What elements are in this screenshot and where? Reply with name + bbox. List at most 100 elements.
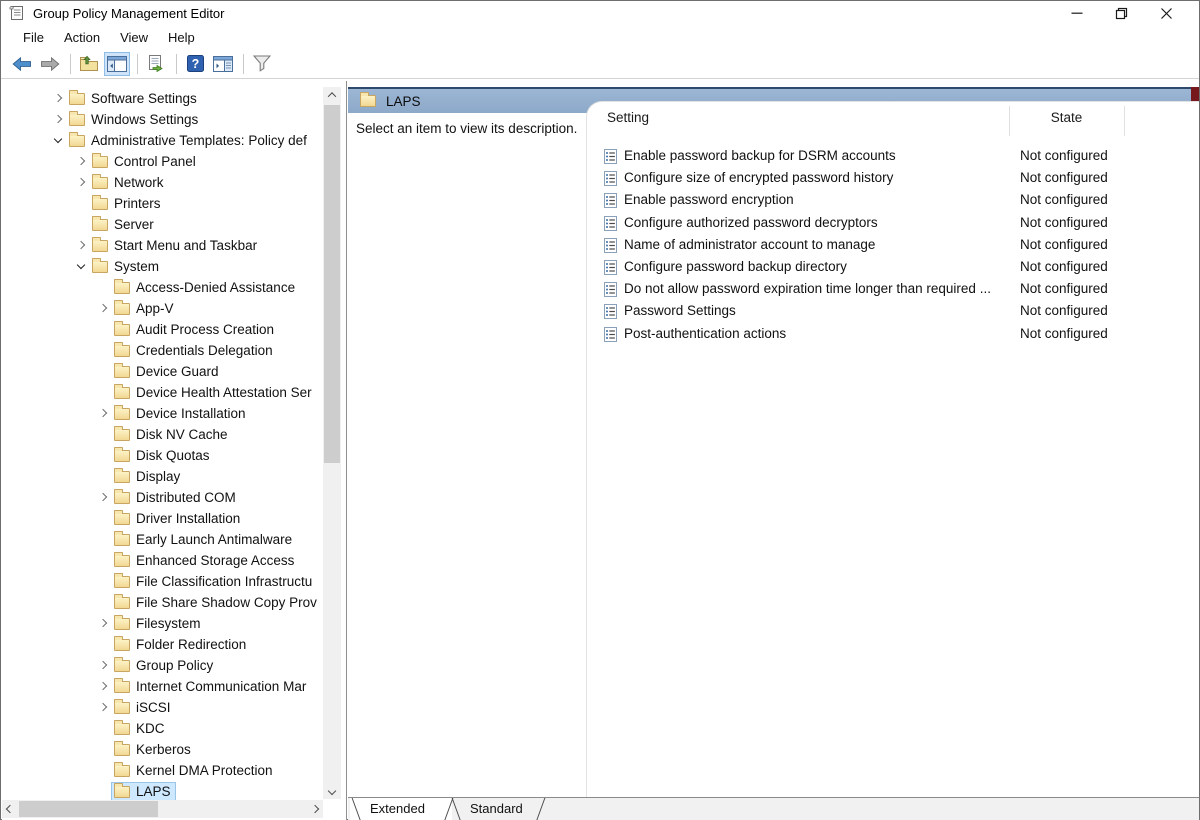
minimize-button[interactable] bbox=[1054, 1, 1099, 25]
close-button[interactable] bbox=[1144, 1, 1189, 25]
tree-item[interactable]: Group Policy bbox=[2, 655, 323, 676]
tree-item[interactable]: Folder Redirection bbox=[2, 634, 323, 655]
tree-item[interactable]: Audit Process Creation bbox=[2, 319, 323, 340]
tree-item[interactable]: Server bbox=[2, 214, 323, 235]
tree-item[interactable]: KDC bbox=[2, 718, 323, 739]
tree-item[interactable]: iSCSI bbox=[2, 697, 323, 718]
setting-state: Not configured bbox=[1020, 192, 1108, 207]
tree-item[interactable]: App-V bbox=[2, 298, 323, 319]
scroll-down-arrow[interactable] bbox=[324, 783, 340, 799]
tree-item[interactable]: Kernel DMA Protection bbox=[2, 760, 323, 781]
column-divider[interactable] bbox=[1124, 106, 1125, 136]
collapsed-chevron-icon[interactable] bbox=[97, 701, 111, 715]
folder-icon bbox=[114, 660, 130, 672]
filter-options-button[interactable] bbox=[249, 52, 275, 76]
tree-item[interactable]: Printers bbox=[2, 193, 323, 214]
tree-item[interactable]: File Classification Infrastructu bbox=[2, 571, 323, 592]
collapsed-chevron-icon[interactable] bbox=[75, 176, 89, 190]
column-header-setting[interactable]: Setting bbox=[607, 110, 649, 125]
description-pane: Select an item to view its description. bbox=[348, 113, 586, 797]
setting-row[interactable]: Name of administrator account to manageN… bbox=[587, 235, 1199, 257]
expanded-chevron-icon[interactable] bbox=[75, 260, 89, 274]
setting-row[interactable]: Configure password backup directoryNot c… bbox=[587, 257, 1199, 279]
menu-help[interactable]: Help bbox=[158, 27, 205, 48]
tree-item[interactable]: Driver Installation bbox=[2, 508, 323, 529]
scroll-right-arrow[interactable] bbox=[307, 801, 323, 817]
expanded-chevron-icon[interactable] bbox=[52, 134, 66, 148]
folder-icon bbox=[114, 765, 130, 777]
tree-item[interactable]: LAPS bbox=[2, 781, 323, 802]
tab-edge bbox=[451, 797, 462, 820]
setting-row[interactable]: Password SettingsNot configured bbox=[587, 301, 1199, 323]
collapsed-chevron-icon[interactable] bbox=[97, 491, 111, 505]
up-one-level-button[interactable] bbox=[76, 52, 102, 76]
filter-icon bbox=[253, 55, 271, 72]
show-hide-action-pane-button[interactable] bbox=[210, 52, 236, 76]
tree-item[interactable]: Enhanced Storage Access bbox=[2, 550, 323, 571]
tree-item[interactable]: Internet Communication Mar bbox=[2, 676, 323, 697]
tree-item[interactable]: File Share Shadow Copy Prov bbox=[2, 592, 323, 613]
export-list-button[interactable] bbox=[143, 52, 169, 76]
collapsed-chevron-icon[interactable] bbox=[97, 407, 111, 421]
collapsed-chevron-icon[interactable] bbox=[75, 239, 89, 253]
collapsed-chevron-icon[interactable] bbox=[97, 302, 111, 316]
tree-horizontal-scrollbar[interactable] bbox=[2, 800, 323, 818]
setting-state: Not configured bbox=[1020, 148, 1108, 163]
collapsed-chevron-icon[interactable] bbox=[97, 659, 111, 673]
folder-icon bbox=[114, 681, 130, 693]
setting-row[interactable]: Enable password backup for DSRM accounts… bbox=[587, 146, 1199, 168]
restore-button[interactable] bbox=[1099, 1, 1144, 25]
folder-icon bbox=[114, 324, 130, 336]
tab-standard-label[interactable]: Standard bbox=[470, 801, 523, 816]
column-header-state[interactable]: State bbox=[1009, 110, 1124, 125]
folder-icon bbox=[114, 744, 130, 756]
tree-item[interactable]: Control Panel bbox=[2, 151, 323, 172]
tree-item[interactable]: Device Health Attestation Ser bbox=[2, 382, 323, 403]
show-hide-console-tree-button[interactable] bbox=[104, 52, 130, 76]
collapsed-chevron-icon[interactable] bbox=[75, 155, 89, 169]
tree-item-label: Start Menu and Taskbar bbox=[114, 238, 257, 253]
setting-row[interactable]: Configure authorized password decryptors… bbox=[587, 213, 1199, 235]
menu-action[interactable]: Action bbox=[54, 27, 110, 48]
tree-item[interactable]: Device Installation bbox=[2, 403, 323, 424]
tree-item[interactable]: Kerberos bbox=[2, 739, 323, 760]
tree-item[interactable]: Early Launch Antimalware bbox=[2, 529, 323, 550]
back-button[interactable] bbox=[9, 52, 35, 76]
help-button[interactable]: ? bbox=[182, 52, 208, 76]
policy-setting-icon bbox=[604, 238, 617, 253]
scroll-left-arrow[interactable] bbox=[2, 801, 18, 817]
tree-item[interactable]: System bbox=[2, 256, 323, 277]
tree-item[interactable]: Access-Denied Assistance bbox=[2, 277, 323, 298]
tree-item[interactable]: Filesystem bbox=[2, 613, 323, 634]
tree-vertical-scrollbar[interactable] bbox=[323, 87, 341, 799]
toolbar-separator bbox=[176, 54, 177, 74]
menu-file[interactable]: File bbox=[13, 27, 54, 48]
folder-icon bbox=[114, 597, 130, 609]
tree-item[interactable]: Windows Settings bbox=[2, 109, 323, 130]
folder-icon bbox=[92, 198, 108, 210]
tree-item[interactable]: Software Settings bbox=[2, 88, 323, 109]
tree-item[interactable]: Display bbox=[2, 466, 323, 487]
setting-row[interactable]: Post-authentication actionsNot configure… bbox=[587, 324, 1199, 346]
collapsed-chevron-icon[interactable] bbox=[52, 113, 66, 127]
tab-extended-label[interactable]: Extended bbox=[370, 801, 425, 816]
scrollbar-thumb[interactable] bbox=[19, 801, 158, 817]
forward-button[interactable] bbox=[37, 52, 63, 76]
collapsed-chevron-icon[interactable] bbox=[52, 92, 66, 106]
menu-view[interactable]: View bbox=[110, 27, 158, 48]
setting-row[interactable]: Configure size of encrypted password his… bbox=[587, 168, 1199, 190]
scrollbar-thumb[interactable] bbox=[324, 105, 340, 463]
tree-item[interactable]: Network bbox=[2, 172, 323, 193]
collapsed-chevron-icon[interactable] bbox=[97, 680, 111, 694]
tree-item[interactable]: Device Guard bbox=[2, 361, 323, 382]
scroll-up-arrow[interactable] bbox=[324, 87, 340, 103]
tree-item[interactable]: Credentials Delegation bbox=[2, 340, 323, 361]
setting-row[interactable]: Enable password encryptionNot configured bbox=[587, 190, 1199, 212]
tree-item[interactable]: Disk Quotas bbox=[2, 445, 323, 466]
tree-item[interactable]: Administrative Templates: Policy def bbox=[2, 130, 323, 151]
collapsed-chevron-icon[interactable] bbox=[97, 617, 111, 631]
tree-item[interactable]: Disk NV Cache bbox=[2, 424, 323, 445]
tree-item[interactable]: Start Menu and Taskbar bbox=[2, 235, 323, 256]
tree-item[interactable]: Distributed COM bbox=[2, 487, 323, 508]
setting-row[interactable]: Do not allow password expiration time lo… bbox=[587, 279, 1199, 301]
